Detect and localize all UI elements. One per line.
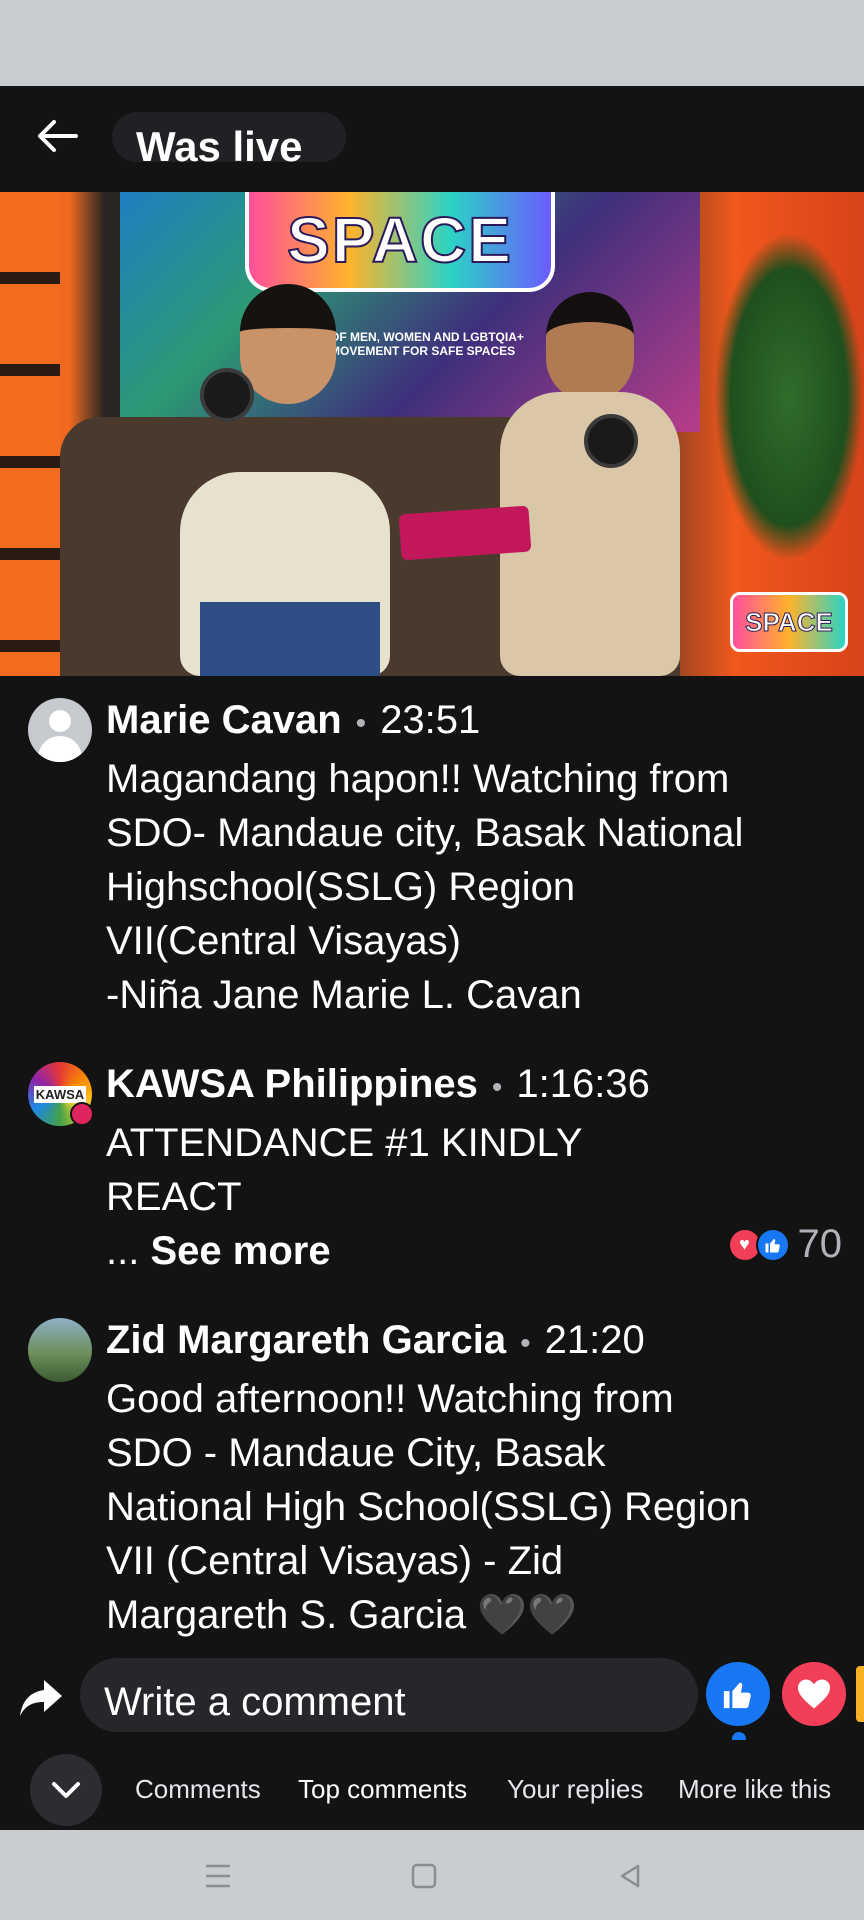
comment-header: Marie Cavan • 23:51 — [106, 698, 480, 743]
comment-input[interactable]: Write a comment — [80, 1658, 698, 1732]
status-bar — [0, 0, 864, 86]
host-right-head — [546, 292, 634, 402]
comment-timestamp[interactable]: 21:20 — [545, 1318, 645, 1363]
comments-list[interactable]: Marie Cavan • 23:51 Magandang hapon!! Wa… — [0, 676, 864, 1656]
comment-line: Highschool(SSLG) Region — [106, 865, 576, 909]
comment-timestamp[interactable]: 1:16:36 — [516, 1062, 649, 1107]
comment-line: -Niña Jane Marie L. Cavan — [106, 973, 582, 1017]
space-logo-text: SPACE — [286, 203, 513, 277]
comment-text: ATTENDANCE #1 KINDLY REACT ... See more — [106, 1116, 836, 1278]
ellipsis: ... — [106, 1229, 140, 1273]
tablet — [398, 505, 532, 561]
live-status-pill: Was live — [112, 112, 346, 162]
microphone-right — [584, 414, 638, 468]
system-back-button[interactable] — [610, 1858, 650, 1894]
selected-reaction-indicator — [732, 1732, 746, 1740]
triangle-back-icon — [620, 1864, 640, 1888]
back-arrow-icon — [38, 120, 78, 152]
menu-icon — [206, 1864, 230, 1888]
thumbs-up-icon — [723, 1682, 751, 1709]
plant-decor — [714, 232, 864, 562]
comment-author[interactable]: Marie Cavan — [106, 698, 342, 743]
recent-apps-button[interactable] — [198, 1858, 238, 1894]
avatar[interactable] — [28, 1318, 92, 1382]
square-home-icon — [411, 1863, 437, 1889]
share-button[interactable] — [18, 1678, 66, 1726]
love-reaction-button[interactable] — [782, 1662, 846, 1726]
comment-input-placeholder: Write a comment — [104, 1680, 406, 1724]
home-button[interactable] — [404, 1858, 444, 1894]
video-player[interactable]: SPACE OF MEN, WOMEN AND LGBTQIA+ MOVEMEN… — [0, 192, 864, 676]
comment-line: SDO - Mandaue City, Basak — [106, 1431, 606, 1475]
default-avatar-body — [38, 736, 82, 762]
system-navigation-bar — [0, 1830, 864, 1920]
comment-timestamp[interactable]: 23:51 — [380, 698, 480, 743]
comment-line: Margareth S. Garcia 🖤🖤 — [106, 1593, 577, 1637]
watermark-logo-text: SPACE — [745, 606, 834, 637]
see-more-link[interactable]: See more — [150, 1229, 330, 1273]
comment-author[interactable]: Zid Margareth Garcia — [106, 1318, 506, 1363]
backdrop-subtitle: OF MEN, WOMEN AND LGBTQIA+ MOVEMENT FOR … — [330, 330, 524, 358]
default-avatar-head — [49, 710, 71, 732]
separator-dot: • — [491, 1071, 503, 1104]
back-button[interactable] — [28, 106, 88, 166]
space-watermark-logo: SPACE — [730, 592, 848, 652]
tab-your-replies[interactable]: Your replies — [507, 1774, 643, 1805]
tab-top-comments[interactable]: Top comments — [298, 1774, 467, 1805]
kawsa-logo-text: KAWSA — [33, 1085, 87, 1103]
comment-line: VII (Central Visayas) - Zid — [106, 1539, 564, 1583]
page-title: Was live — [136, 123, 303, 163]
host-left-head — [240, 284, 336, 404]
microphone-left — [200, 368, 254, 422]
collapse-button[interactable] — [30, 1754, 102, 1826]
comment-item: Marie Cavan • 23:51 Magandang hapon!! Wa… — [0, 690, 864, 1017]
share-arrow-icon — [20, 1680, 62, 1716]
comment-line: ATTENDANCE #1 KINDLY — [106, 1121, 583, 1165]
like-reaction-button[interactable] — [706, 1662, 770, 1726]
comment-line: National High School(SSLG) Region — [106, 1485, 751, 1529]
comment-text: Good afternoon!! Watching from SDO - Man… — [106, 1372, 836, 1642]
comment-item: Zid Margareth Garcia • 21:20 Good aftern… — [0, 1310, 864, 1640]
separator-dot: • — [355, 707, 367, 740]
comment-composer: Write a comment — [0, 1656, 864, 1754]
comment-filter-bar: Comments Top comments Your replies More … — [0, 1754, 864, 1830]
host-left-legs — [200, 602, 380, 676]
comment-line: REACT — [106, 1175, 242, 1219]
page-badge-icon — [70, 1102, 94, 1126]
haha-reaction-button[interactable] — [856, 1666, 864, 1722]
tab-comments[interactable]: Comments — [135, 1774, 261, 1805]
like-icon — [755, 1227, 790, 1262]
comment-item: KAWSA KAWSA Philippines • 1:16:36 ATTEND… — [0, 1054, 864, 1273]
comment-line: Good afternoon!! Watching from — [106, 1377, 674, 1421]
reaction-summary[interactable]: ♥ 70 — [727, 1222, 843, 1267]
avatar[interactable] — [28, 698, 92, 762]
comment-line: Magandang hapon!! Watching from — [106, 757, 730, 801]
comment-text: Magandang hapon!! Watching from SDO- Man… — [106, 752, 836, 1022]
separator-dot: • — [520, 1327, 531, 1360]
comment-line: VII(Central Visayas) — [106, 919, 461, 963]
comment-header: KAWSA Philippines • 1:16:36 — [106, 1062, 650, 1107]
comment-author[interactable]: KAWSA Philippines — [106, 1062, 478, 1107]
studio-panel-left — [0, 192, 60, 676]
space-logo-banner: SPACE — [245, 192, 555, 292]
heart-icon — [798, 1679, 830, 1709]
reaction-count: 70 — [797, 1222, 843, 1266]
tab-more-like-this[interactable]: More like this — [678, 1774, 831, 1805]
top-bar: Was live — [0, 86, 864, 192]
comment-line: SDO- Mandaue city, Basak National — [106, 811, 744, 855]
comment-header: Zid Margareth Garcia • 21:20 — [106, 1318, 645, 1363]
chevron-down-icon — [52, 1782, 80, 1798]
see-more-row: ... See more — [106, 1224, 836, 1278]
